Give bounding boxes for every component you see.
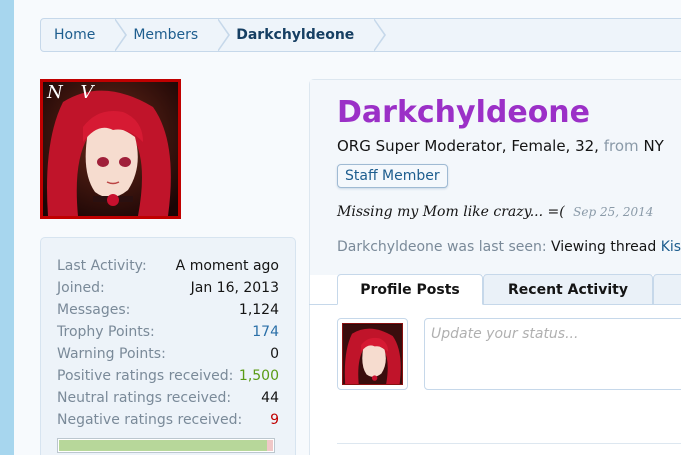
- stat-value[interactable]: 1,124: [239, 300, 279, 322]
- stat-value: A moment ago: [175, 258, 279, 274]
- stat-row-messages: Messages: 1,124: [57, 300, 279, 322]
- breadcrumb-home-label: Home: [54, 27, 96, 43]
- stat-value: 0: [270, 346, 279, 362]
- breadcrumb-members-label: Members: [133, 27, 199, 43]
- stat-label: Negative ratings received:: [57, 412, 243, 428]
- positive-ratings-value: 1,500: [238, 368, 279, 384]
- status-text: Missing my Mom like crazy... =(: [337, 204, 565, 220]
- profile-main-panel: [309, 79, 681, 455]
- tab-overflow[interactable]: [653, 274, 681, 305]
- tab-recent-activity-label: Recent Activity: [508, 281, 628, 298]
- stat-label: Neutral ratings received:: [57, 390, 232, 406]
- stat-label: Trophy Points:: [57, 324, 155, 340]
- rating-bar-negative: [266, 440, 273, 451]
- stat-row-positive-ratings: Positive ratings received: 1,500: [57, 366, 279, 388]
- tab-profile-posts-label: Profile Posts: [360, 281, 460, 298]
- stat-row-trophy-points: Trophy Points: 174: [57, 322, 279, 344]
- stat-label: Positive ratings received:: [57, 368, 234, 384]
- member-stats-panel: Last Activity: A moment ago Joined: Jan …: [40, 237, 296, 455]
- staff-member-badge: Staff Member: [337, 164, 448, 188]
- section-divider: [337, 443, 681, 444]
- stat-label: Last Activity:: [57, 258, 147, 274]
- breadcrumb-separator: [373, 18, 387, 52]
- left-page-strip: [0, 0, 14, 455]
- update-status-input[interactable]: [424, 318, 681, 390]
- negative-ratings-value: 9: [270, 412, 279, 428]
- neutral-ratings-value: 44: [261, 390, 279, 406]
- rating-bar-positive: [59, 440, 267, 451]
- profile-avatar[interactable]: N V: [40, 79, 181, 219]
- status-date[interactable]: Sep 25, 2014: [573, 205, 653, 219]
- breadcrumb-current-label: Darkchyldeone: [236, 27, 355, 43]
- stat-row-joined: Joined: Jan 16, 2013: [57, 278, 279, 300]
- breadcrumb-separator: [114, 18, 128, 52]
- stat-row-warning-points: Warning Points: 0: [57, 344, 279, 366]
- breadcrumb-current-user[interactable]: Darkchyldeone: [218, 18, 387, 52]
- trophy-points-link[interactable]: 174: [252, 322, 279, 344]
- status-avatar[interactable]: [337, 318, 408, 390]
- status-avatar-image: [342, 323, 403, 385]
- stat-label: Warning Points:: [57, 346, 166, 362]
- breadcrumb-separator: [217, 18, 231, 52]
- last-seen-line: Darkchyldeone was last seen: Viewing thr…: [337, 239, 681, 255]
- last-seen-thread-link[interactable]: Kiss, I: [661, 239, 681, 255]
- stat-row-last-activity: Last Activity: A moment ago: [57, 256, 279, 278]
- user-title-text: ORG Super Moderator, Female, 32,: [337, 137, 599, 155]
- stat-label: Messages:: [57, 302, 131, 318]
- avatar-overlay-text: N V: [47, 82, 100, 103]
- user-location[interactable]: NY: [643, 137, 663, 155]
- tab-profile-posts[interactable]: Profile Posts: [337, 274, 483, 305]
- last-seen-action: Viewing thread: [551, 239, 657, 255]
- profile-username: Darkchyldeone: [337, 95, 591, 130]
- user-title-line: ORG Super Moderator, Female, 32, from NY: [337, 137, 664, 155]
- stat-value: Jan 16, 2013: [190, 280, 279, 296]
- breadcrumb-home[interactable]: Home: [41, 18, 128, 52]
- rating-ratio-bar: [57, 438, 275, 453]
- current-status: Missing my Mom like crazy... =( Sep 25, …: [337, 204, 653, 220]
- breadcrumb-members[interactable]: Members: [115, 18, 231, 52]
- tab-recent-activity[interactable]: Recent Activity: [483, 274, 653, 305]
- stat-label: Joined:: [57, 280, 105, 296]
- avatar-anime-girl-thumb: [343, 324, 402, 384]
- stat-row-neutral-ratings: Neutral ratings received: 44: [57, 388, 279, 410]
- stat-row-negative-ratings: Negative ratings received: 9: [57, 410, 279, 432]
- user-title-from: from: [603, 137, 639, 155]
- breadcrumb: Home Members Darkchyldeone: [40, 18, 681, 52]
- last-seen-prefix: Darkchyldeone was last seen:: [337, 239, 547, 255]
